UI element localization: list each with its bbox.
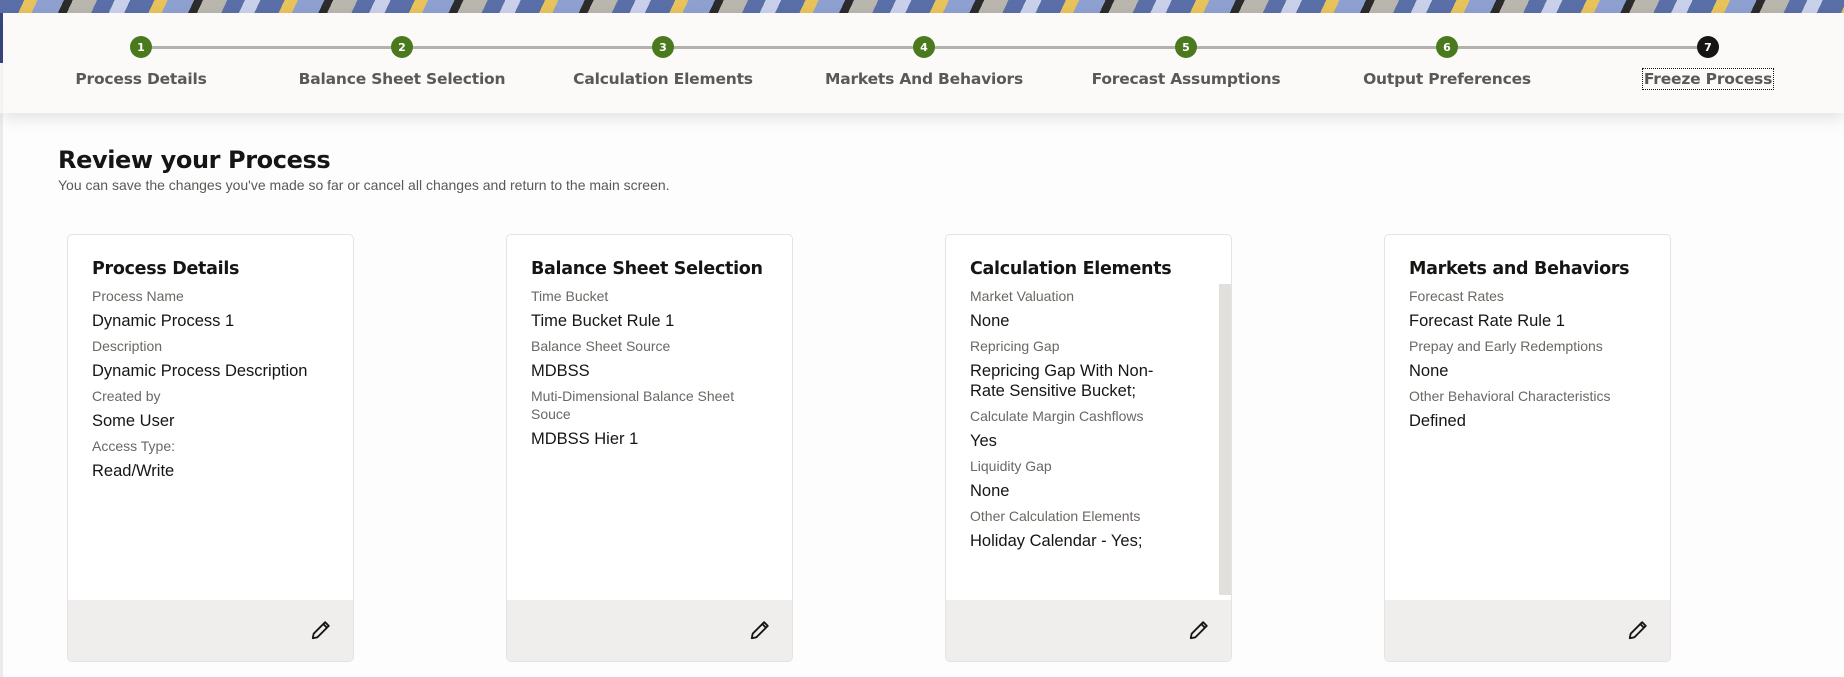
step-forecast-assumptions[interactable]: 5 Forecast Assumptions [1056, 13, 1316, 113]
pencil-icon [1628, 621, 1647, 640]
pencil-icon [311, 621, 330, 640]
field-value: Dynamic Process Description [92, 362, 308, 380]
field-label: Other Calculation Elements [970, 508, 1141, 524]
edit-process-details-button[interactable] [307, 616, 335, 644]
card-title: Calculation Elements [970, 259, 1172, 279]
step-label: Markets And Behaviors [824, 70, 1024, 88]
card-calculation-elements: Calculation Elements Market Valuation No… [945, 234, 1232, 662]
step-label: Process Details [75, 70, 207, 88]
field-value: Dynamic Process 1 [92, 312, 235, 330]
step-number-badge: 2 [391, 36, 413, 58]
field-label: Created by [92, 388, 161, 404]
field-label: Market Valuation [970, 288, 1075, 304]
step-freeze-process[interactable]: 7 Freeze Process [1578, 13, 1838, 113]
step-number-badge: 7 [1697, 36, 1719, 58]
step-label: Balance Sheet Selection [298, 70, 506, 88]
pencil-icon [1189, 621, 1208, 640]
field-label: Muti-Dimensional Balance Sheet Souce [531, 388, 735, 422]
field-value: Read/Write [92, 462, 175, 480]
card-title: Markets and Behaviors [1409, 259, 1630, 279]
card-scrollbar[interactable] [1219, 284, 1231, 595]
pencil-icon [750, 621, 769, 640]
step-number-badge: 6 [1436, 36, 1458, 58]
field-value: Some User [92, 412, 175, 430]
card-title: Process Details [92, 259, 240, 279]
field-value: Holiday Calendar - Yes; [970, 532, 1143, 550]
field-value: None [970, 312, 1010, 330]
step-number-badge: 4 [913, 36, 935, 58]
card-markets-and-behaviors: Markets and Behaviors Forecast Rates For… [1384, 234, 1671, 662]
step-number-badge: 3 [652, 36, 674, 58]
card-balance-sheet-selection: Balance Sheet Selection Time Bucket Time… [506, 234, 793, 662]
field-label: Forecast Rates [1409, 288, 1504, 304]
card-title: Balance Sheet Selection [531, 259, 763, 279]
step-markets-and-behaviors[interactable]: 4 Markets And Behaviors [794, 13, 1054, 113]
step-process-details[interactable]: 1 Process Details [11, 13, 271, 113]
train-stepper: 1 Process Details 2 Balance Sheet Select… [3, 13, 1844, 113]
card-footer [946, 600, 1231, 661]
field-value: Repricing Gap With Non-Rate Sensitive Bu… [970, 362, 1154, 400]
field-label: Prepay and Early Redemptions [1409, 338, 1603, 354]
page-title: Review your Process [58, 146, 331, 174]
step-label: Output Preferences [1363, 70, 1531, 88]
step-label: Forecast Assumptions [1091, 70, 1281, 88]
step-balance-sheet-selection[interactable]: 2 Balance Sheet Selection [272, 13, 532, 113]
field-label: Description [92, 338, 163, 354]
field-label: Access Type: [92, 438, 176, 454]
field-label: Liquidity Gap [970, 458, 1052, 474]
edit-calculation-elements-button[interactable] [1185, 616, 1213, 644]
step-label: Calculation Elements [573, 70, 753, 88]
card-footer [507, 600, 792, 661]
field-value: None [1409, 362, 1449, 380]
step-number-badge: 5 [1175, 36, 1197, 58]
field-value: MDBSS Hier 1 [531, 430, 639, 448]
field-value: Defined [1409, 412, 1466, 430]
edit-markets-and-behaviors-button[interactable] [1624, 616, 1652, 644]
step-calculation-elements[interactable]: 3 Calculation Elements [533, 13, 793, 113]
step-number-badge: 1 [130, 36, 152, 58]
field-value: None [970, 482, 1010, 500]
page-subtitle: You can save the changes you've made so … [58, 177, 670, 193]
field-value: Time Bucket Rule 1 [531, 312, 675, 330]
edit-balance-sheet-selection-button[interactable] [746, 616, 774, 644]
field-label: Calculate Margin Cashflows [970, 408, 1144, 424]
field-value: Forecast Rate Rule 1 [1409, 312, 1565, 330]
card-footer [1385, 600, 1670, 661]
card-process-details: Process Details Process Name Dynamic Pro… [67, 234, 354, 662]
step-label: Freeze Process [1641, 68, 1775, 90]
step-output-preferences[interactable]: 6 Output Preferences [1317, 13, 1577, 113]
field-label: Repricing Gap [970, 338, 1060, 354]
field-value: MDBSS [531, 362, 590, 380]
field-label: Other Behavioral Characteristics [1409, 388, 1611, 404]
field-label: Balance Sheet Source [531, 338, 671, 354]
field-label: Process Name [92, 288, 184, 304]
field-value: Yes [970, 432, 997, 450]
field-label: Time Bucket [531, 288, 609, 304]
card-footer [68, 600, 353, 661]
left-edge [0, 113, 3, 677]
